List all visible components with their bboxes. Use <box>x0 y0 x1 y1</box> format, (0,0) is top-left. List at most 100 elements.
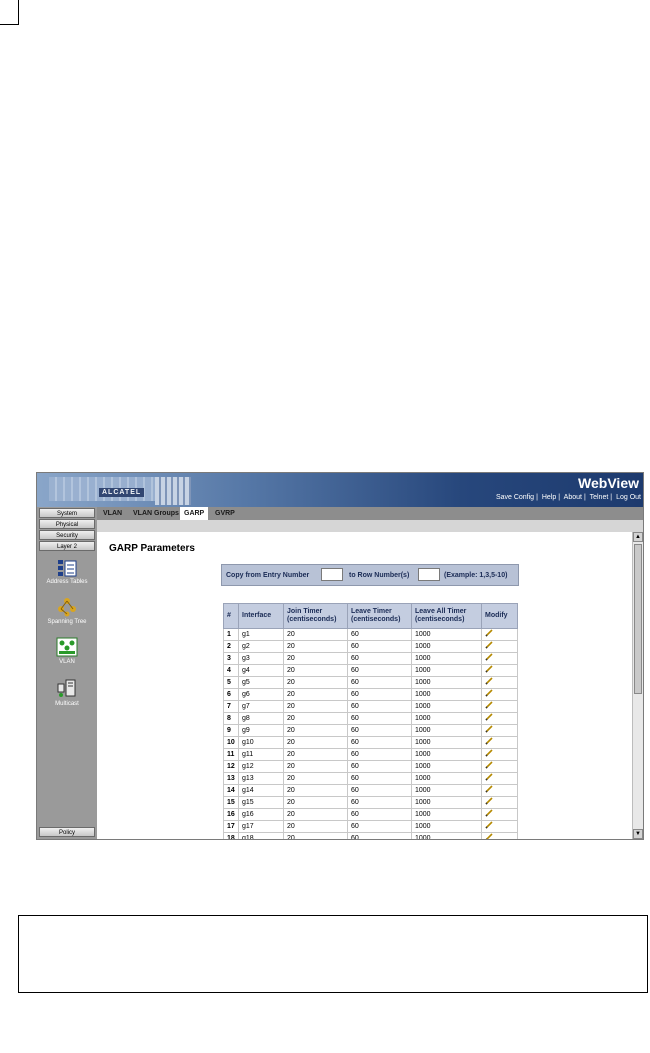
modify-cell[interactable] <box>481 736 518 749</box>
modify-cell[interactable] <box>481 724 518 737</box>
copy-from-entry-input[interactable] <box>321 568 343 581</box>
column-header-interface: Interface <box>238 603 284 629</box>
pencil-icon[interactable] <box>485 797 493 805</box>
scroll-down-arrow-icon[interactable]: ▼ <box>633 829 643 839</box>
pencil-icon[interactable] <box>485 785 493 793</box>
pencil-icon[interactable] <box>485 689 493 697</box>
pencil-icon[interactable] <box>485 737 493 745</box>
telnet-link[interactable]: Telnet <box>590 494 609 501</box>
log-out-link[interactable]: Log Out <box>616 494 641 501</box>
leave-timer-cell: 60 <box>347 664 412 677</box>
leave-timer-cell: 60 <box>347 820 412 833</box>
join-timer-cell: 20 <box>283 772 348 785</box>
table-row: 7 g7 20 60 1000 <box>223 700 518 713</box>
row-number: 14 <box>223 784 239 797</box>
interface-cell: g18 <box>238 832 284 839</box>
scroll-up-arrow-icon[interactable]: ▲ <box>633 532 643 542</box>
join-timer-cell: 20 <box>283 832 348 839</box>
main-content: GARP Parameters Copy from Entry Number t… <box>97 532 633 839</box>
modify-cell[interactable] <box>481 676 518 689</box>
column-header-join-timer: Join Timer (centiseconds) <box>283 603 348 629</box>
pencil-icon[interactable] <box>485 677 493 685</box>
page-title: GARP Parameters <box>109 543 195 554</box>
tab-garp[interactable]: GARP <box>180 507 209 520</box>
sidebar-item-spanning-tree[interactable]: Spanning Tree <box>37 597 97 625</box>
sidebar: System Physical Security Layer 2 Address… <box>37 507 97 839</box>
pencil-icon[interactable] <box>485 641 493 649</box>
sidebar-button-physical[interactable]: Physical <box>39 519 95 529</box>
pencil-icon[interactable] <box>485 725 493 733</box>
interface-cell: g8 <box>238 712 284 725</box>
pencil-icon[interactable] <box>485 809 493 817</box>
leave-all-timer-cell: 1000 <box>411 712 482 725</box>
sidebar-item-address-tables[interactable]: Address Tables <box>37 559 97 585</box>
column-header-leave-timer: Leave Timer (centiseconds) <box>347 603 412 629</box>
leave-timer-cell: 60 <box>347 628 412 641</box>
modify-cell[interactable] <box>481 640 518 653</box>
row-number: 11 <box>223 748 239 761</box>
table-row: 2 g2 20 60 1000 <box>223 640 518 653</box>
tab-vlan-groups[interactable]: VLAN Groups <box>129 507 183 520</box>
join-timer-cell: 20 <box>283 820 348 833</box>
sidebar-button-security[interactable]: Security <box>39 530 95 540</box>
modify-cell[interactable] <box>481 700 518 713</box>
modify-cell[interactable] <box>481 820 518 833</box>
column-header-modify: Modify <box>481 603 518 629</box>
save-config-link[interactable]: Save Config <box>496 494 534 501</box>
leave-all-timer-cell: 1000 <box>411 652 482 665</box>
sidebar-item-multicast[interactable]: Multicast <box>37 679 97 707</box>
modify-cell[interactable] <box>481 688 518 701</box>
multicast-icon <box>57 679 76 697</box>
row-number: 18 <box>223 832 239 839</box>
table-row: 17 g17 20 60 1000 <box>223 820 518 833</box>
row-number: 10 <box>223 736 239 749</box>
pencil-icon[interactable] <box>485 761 493 769</box>
modify-cell[interactable] <box>481 652 518 665</box>
leave-all-timer-cell: 1000 <box>411 820 482 833</box>
sidebar-button-layer2[interactable]: Layer 2 <box>39 541 95 551</box>
sidebar-item-vlan[interactable]: VLAN <box>37 637 97 665</box>
modify-cell[interactable] <box>481 760 518 773</box>
table-row: 10 g10 20 60 1000 <box>223 736 518 749</box>
pencil-icon[interactable] <box>485 833 493 839</box>
modify-cell[interactable] <box>481 772 518 785</box>
sidebar-button-policy[interactable]: Policy <box>39 827 95 837</box>
join-timer-cell: 20 <box>283 652 348 665</box>
vertical-scrollbar[interactable]: ▲ ▼ <box>632 532 643 839</box>
pencil-icon[interactable] <box>485 821 493 829</box>
copy-parameters-bar: Copy from Entry Number to Row Number(s) … <box>221 564 519 586</box>
help-link[interactable]: Help <box>542 494 556 501</box>
modify-cell[interactable] <box>481 664 518 677</box>
about-link[interactable]: About <box>564 494 582 501</box>
modify-cell[interactable] <box>481 832 518 839</box>
sidebar-button-system[interactable]: System <box>39 508 95 518</box>
pencil-icon[interactable] <box>485 653 493 661</box>
tab-gvrp[interactable]: GVRP <box>211 507 239 520</box>
table-row: 16 g16 20 60 1000 <box>223 808 518 821</box>
copy-to-rows-input[interactable] <box>418 568 440 581</box>
pencil-icon[interactable] <box>485 713 493 721</box>
tab-vlan[interactable]: VLAN <box>99 507 126 520</box>
modify-cell[interactable] <box>481 748 518 761</box>
join-timer-cell: 20 <box>283 808 348 821</box>
header-banner: ALCATEL WebView Save Config | Help | About… <box>37 473 643 507</box>
join-timer-cell: 20 <box>283 640 348 653</box>
pencil-icon[interactable] <box>485 665 493 673</box>
modify-cell[interactable] <box>481 628 518 641</box>
pencil-icon[interactable] <box>485 773 493 781</box>
table-row: 14 g14 20 60 1000 <box>223 784 518 797</box>
modify-cell[interactable] <box>481 712 518 725</box>
row-number: 16 <box>223 808 239 821</box>
pencil-icon[interactable] <box>485 629 493 637</box>
modify-cell[interactable] <box>481 784 518 797</box>
row-number: 1 <box>223 628 239 641</box>
pencil-icon[interactable] <box>485 749 493 757</box>
leave-all-timer-cell: 1000 <box>411 724 482 737</box>
scrollbar-thumb[interactable] <box>634 544 642 694</box>
modify-cell[interactable] <box>481 796 518 809</box>
join-timer-cell: 20 <box>283 628 348 641</box>
modify-cell[interactable] <box>481 808 518 821</box>
table-row: 4 g4 20 60 1000 <box>223 664 518 677</box>
leave-all-timer-cell: 1000 <box>411 832 482 839</box>
pencil-icon[interactable] <box>485 701 493 709</box>
